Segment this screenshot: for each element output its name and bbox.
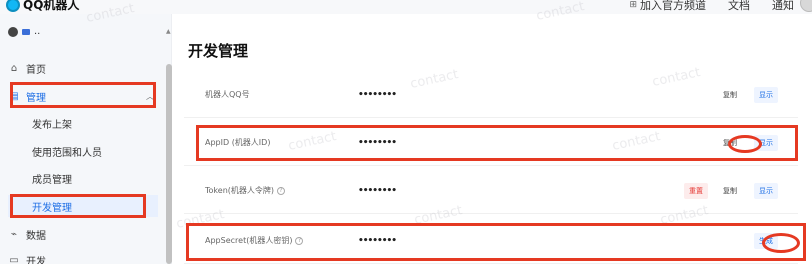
chart-icon: ⌁ [10, 228, 18, 240]
annotation-box-appid [196, 125, 798, 161]
home-icon: ⌂ [10, 62, 18, 74]
qq-logo-icon [6, 0, 20, 12]
channel-icon: ⊞ [629, 0, 637, 10]
help-icon[interactable]: ? [277, 186, 286, 195]
copy-button[interactable]: 复制 [718, 87, 742, 103]
page-title: 开发管理 [188, 42, 249, 60]
sidebar: .. ⌂ 首页 ▤ 管理 ︿ 发布上架 使用范围和人员 成员管理 开发管理 ⌁ … [0, 14, 172, 264]
user-avatar[interactable] [800, 0, 812, 12]
masked-value: •••••••• [358, 89, 397, 100]
bot-name: .. [34, 26, 41, 37]
row-label: Token(机器人令牌) ? [205, 168, 286, 213]
annotation-box-manage [10, 82, 156, 108]
copy-button[interactable]: 复制 [718, 183, 742, 199]
bot-selector[interactable]: .. [8, 26, 40, 37]
sidebar-item-publish[interactable]: 发布上架 [32, 112, 156, 134]
show-button[interactable]: 显示 [754, 86, 778, 103]
reset-button[interactable]: 重置 [684, 182, 708, 199]
notice-link[interactable]: 通知 [772, 0, 794, 13]
top-bar: QQ机器人 ⊞ 加入官方频道 文档 通知 [0, 0, 812, 14]
annotation-box-dev-manage [10, 194, 146, 218]
masked-value: •••••••• [358, 185, 397, 196]
annotation-oval-generate [762, 233, 800, 253]
annotation-box-appsecret [186, 223, 806, 261]
sidebar-item-data[interactable]: ⌁ 数据 [8, 222, 158, 246]
top-links: ⊞ 加入官方频道 文档 通知 [629, 0, 794, 13]
row-label: 机器人QQ号 [205, 90, 250, 99]
logo-text: QQ机器人 [23, 0, 80, 12]
app-logo[interactable]: QQ机器人 [6, 0, 79, 13]
sidebar-item-label: 首页 [26, 64, 46, 76]
row-label-text: Token(机器人令牌) [205, 186, 275, 195]
join-channel-label: 加入官方频道 [640, 0, 706, 12]
docs-link[interactable]: 文档 [728, 0, 750, 13]
sidebar-item-label: 开发 [26, 256, 46, 264]
sidebar-item-label: 数据 [26, 230, 46, 242]
sidebar-item-home[interactable]: ⌂ 首页 [8, 56, 158, 80]
bot-avatar [8, 26, 18, 37]
sidebar-item-develop[interactable]: ▭ 开发 [8, 248, 158, 264]
bot-tag-icon [22, 28, 30, 35]
sidebar-item-scope[interactable]: 使用范围和人员 [32, 140, 156, 162]
join-channel-link[interactable]: ⊞ 加入官方频道 [629, 0, 706, 13]
scroll-up-icon: ▲ [166, 28, 171, 35]
code-icon: ▭ [9, 254, 19, 264]
sidebar-item-members[interactable]: 成员管理 [32, 167, 156, 189]
show-button[interactable]: 显示 [754, 182, 778, 199]
annotation-oval-copy [728, 135, 762, 153]
row-token: Token(机器人令牌) ? •••••••• 重置 复制 显示 [184, 168, 798, 214]
row-bot-qq: 机器人QQ号 •••••••• 复制 显示 [184, 72, 798, 118]
